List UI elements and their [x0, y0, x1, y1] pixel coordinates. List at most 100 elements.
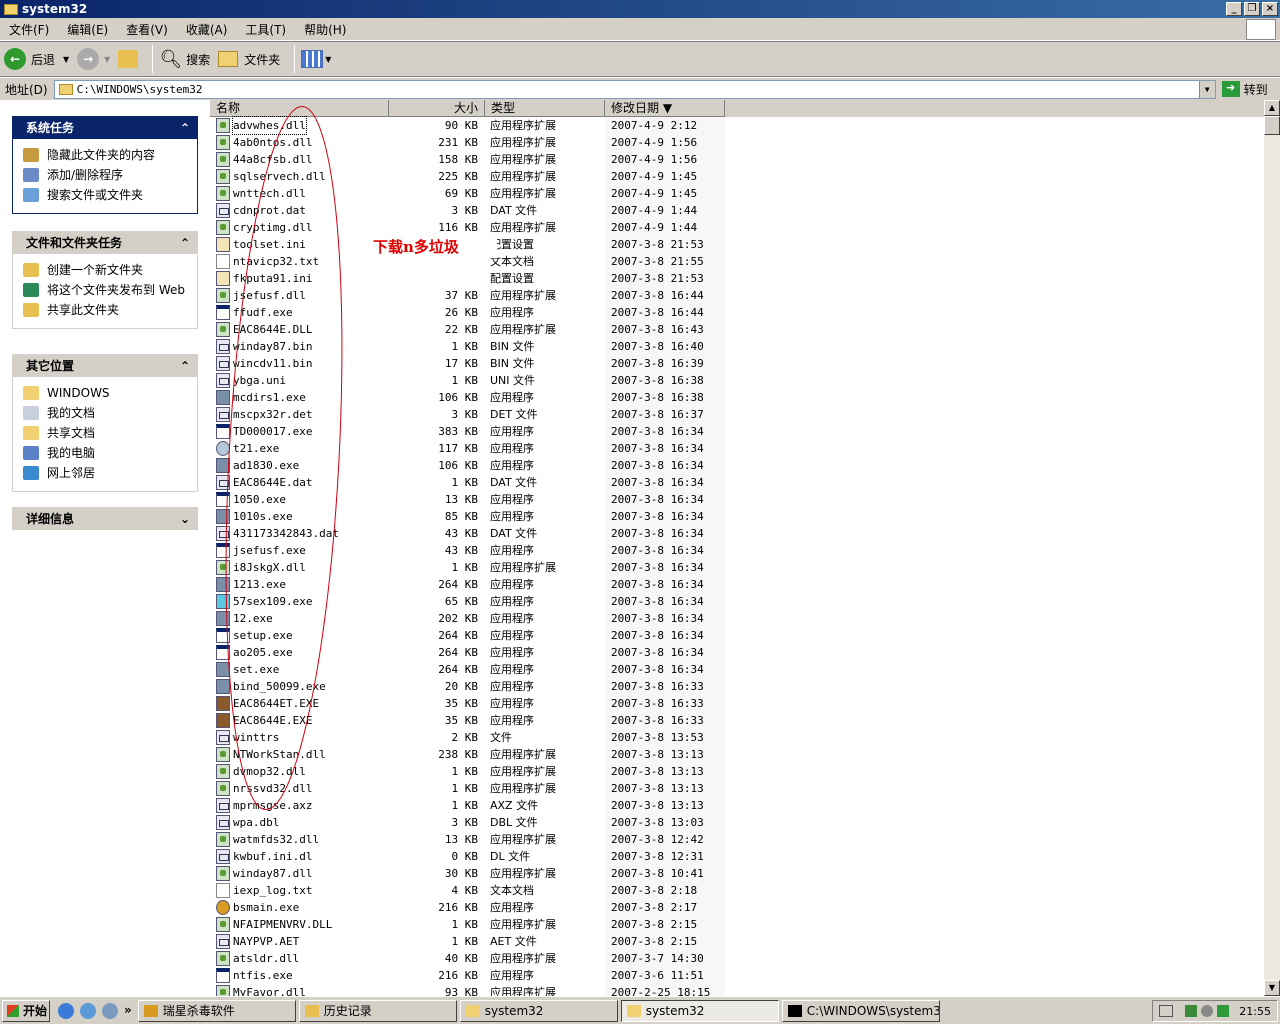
file-row[interactable]: jsefusf.exe 43 KB 应用程序 2007-3-8 16:34	[210, 542, 1264, 559]
file-row[interactable]: ao205.exe 264 KB 应用程序 2007-3-8 16:34	[210, 644, 1264, 661]
task-link[interactable]: 共享此文件夹	[23, 300, 191, 320]
collapse-chevron-icon[interactable]: ⌃	[180, 121, 190, 135]
file-row[interactable]: NTWorkStan.dll 238 KB 应用程序扩展 2007-3-8 13:13	[210, 746, 1264, 763]
task-link[interactable]: 我的电脑	[23, 443, 191, 463]
file-row[interactable]: ntavicp32.txt 文本文档 2007-3-8 21:55	[210, 253, 1264, 270]
task-link[interactable]: 共享文档	[23, 423, 191, 443]
file-row[interactable]: ybga.uni 1 KB UNI 文件 2007-3-8 16:38	[210, 372, 1264, 389]
panel-header[interactable]: 系统任务 ⌃	[12, 116, 198, 139]
forward-button[interactable]: → ▼	[77, 48, 110, 70]
column-date[interactable]: 修改日期 ▼	[605, 100, 725, 117]
collapse-chevron-icon[interactable]: ⌄	[180, 512, 190, 526]
file-row[interactable]: 44a8cfsb.dll 158 KB 应用程序扩展 2007-4-9 1:56	[210, 151, 1264, 168]
menu-tools[interactable]: 工具(T)	[236, 21, 295, 38]
task-link[interactable]: 搜索文件或文件夹	[23, 185, 191, 205]
file-row[interactable]: wnttech.dll 69 KB 应用程序扩展 2007-4-9 1:45	[210, 185, 1264, 202]
file-row[interactable]: i8JskgX.dll 1 KB 应用程序扩展 2007-3-8 16:34	[210, 559, 1264, 576]
menu-favorites[interactable]: 收藏(A)	[177, 21, 237, 38]
file-row[interactable]: ntfis.exe 216 KB 应用程序 2007-3-6 11:51	[210, 967, 1264, 984]
vertical-scrollbar[interactable]: ▲ ▼	[1264, 100, 1280, 996]
start-button[interactable]: 开始	[2, 999, 50, 1022]
file-row[interactable]: advwhes.dll 90 KB 应用程序扩展 2007-4-9 2:12	[210, 116, 1264, 135]
taskbar-button[interactable]: C:\WINDOWS\system32...	[781, 999, 940, 1022]
file-row[interactable]: cdnprot.dat 3 KB DAT 文件 2007-4-9 1:44	[210, 202, 1264, 219]
collapse-chevron-icon[interactable]: ⌃	[180, 236, 190, 250]
task-link[interactable]: 添加/删除程序	[23, 165, 191, 185]
ie-icon[interactable]	[58, 1002, 74, 1019]
file-row[interactable]: sqlservech.dll 225 KB 应用程序扩展 2007-4-9 1:45	[210, 168, 1264, 185]
file-row[interactable]: NFAIPMENVRV.DLL 1 KB 应用程序扩展 2007-3-8 2:15	[210, 916, 1264, 933]
file-row[interactable]: TD000017.exe 383 KB 应用程序 2007-3-8 16:34	[210, 423, 1264, 440]
file-row[interactable]: set.exe 264 KB 应用程序 2007-3-8 16:34	[210, 661, 1264, 678]
column-name[interactable]: 名称	[210, 100, 389, 117]
column-size[interactable]: 大小	[389, 100, 485, 117]
file-row[interactable]: dvmop32.dll 1 KB 应用程序扩展 2007-3-8 13:13	[210, 763, 1264, 780]
taskbar-button[interactable]: 瑞星杀毒软件	[137, 999, 296, 1022]
file-row[interactable]: 1010s.exe 85 KB 应用程序 2007-3-8 16:34	[210, 508, 1264, 525]
file-row[interactable]: toolset.ini 配置设置 2007-3-8 21:53	[210, 236, 1264, 253]
column-type[interactable]: 类型	[485, 100, 605, 117]
address-input[interactable]: C:\WINDOWS\system32 ▼	[53, 79, 1216, 99]
file-row[interactable]: EAC8644E.EXE 35 KB 应用程序 2007-3-8 16:33	[210, 712, 1264, 729]
file-row[interactable]: EAC8644E.dat 1 KB DAT 文件 2007-3-8 16:34	[210, 474, 1264, 491]
file-row[interactable]: winday87.dll 30 KB 应用程序扩展 2007-3-8 10:41	[210, 865, 1264, 882]
file-row[interactable]: nrssvd32.dll 1 KB 应用程序扩展 2007-3-8 13:13	[210, 780, 1264, 797]
collapse-chevron-icon[interactable]: ⌃	[180, 359, 190, 373]
task-link[interactable]: WINDOWS	[23, 383, 191, 403]
file-row[interactable]: bsmain.exe 216 KB 应用程序 2007-3-8 2:17	[210, 899, 1264, 916]
file-row[interactable]: mcdirs1.exe 106 KB 应用程序 2007-3-8 16:38	[210, 389, 1264, 406]
panel-header[interactable]: 其它位置 ⌃	[12, 354, 198, 377]
volume-icon[interactable]	[1201, 1005, 1214, 1017]
file-row[interactable]: 1050.exe 13 KB 应用程序 2007-3-8 16:34	[210, 491, 1264, 508]
file-row[interactable]: 12.exe 202 KB 应用程序 2007-3-8 16:34	[210, 610, 1264, 627]
task-link[interactable]: 我的文档	[23, 403, 191, 423]
file-row[interactable]: wincdv11.bin 17 KB BIN 文件 2007-3-8 16:39	[210, 355, 1264, 372]
file-row[interactable]: cryptimg.dll 116 KB 应用程序扩展 2007-4-9 1:44	[210, 219, 1264, 236]
task-link[interactable]: 隐藏此文件夹的内容	[23, 145, 191, 165]
views-button[interactable]: ▼	[301, 50, 331, 68]
file-row[interactable]: MyFavor.dll 93 KB 应用程序扩展 2007-2-25 18:15	[210, 984, 1264, 996]
file-row[interactable]: NAYPVP.AET 1 KB AET 文件 2007-3-8 2:15	[210, 933, 1264, 950]
file-row[interactable]: 1213.exe 264 KB 应用程序 2007-3-8 16:34	[210, 576, 1264, 593]
file-row[interactable]: winttrs 2 KB 文件 2007-3-8 13:53	[210, 729, 1264, 746]
keyboard-icon[interactable]	[1159, 1005, 1174, 1017]
file-row[interactable]: ad1830.exe 106 KB 应用程序 2007-3-8 16:34	[210, 457, 1264, 474]
network-icon[interactable]	[1185, 1005, 1198, 1017]
folders-button[interactable]: 文件夹	[218, 51, 280, 68]
close-button[interactable]: ×	[1262, 2, 1278, 16]
panel-header[interactable]: 详细信息 ⌄	[12, 507, 198, 530]
minimize-button[interactable]: _	[1226, 2, 1242, 16]
file-row[interactable]: ffudf.exe 26 KB 应用程序 2007-3-8 16:44	[210, 304, 1264, 321]
search-button[interactable]: 🔍︎ 搜索	[159, 49, 210, 70]
address-dropdown-button[interactable]: ▼	[1198, 80, 1215, 98]
file-row[interactable]: kwbuf.ini.dl 0 KB DL 文件 2007-3-8 12:31	[210, 848, 1264, 865]
menu-view[interactable]: 查看(V)	[117, 21, 177, 38]
maximize-button[interactable]: ❐	[1244, 2, 1260, 16]
taskbar-button[interactable]: 历史记录	[298, 999, 457, 1022]
rising-antivirus-icon[interactable]	[1217, 1005, 1230, 1017]
menu-help[interactable]: 帮助(H)	[295, 21, 355, 38]
file-row[interactable]: EAC8644ET.EXE 35 KB 应用程序 2007-3-8 16:33	[210, 695, 1264, 712]
file-row[interactable]: mprmsgse.axz 1 KB AXZ 文件 2007-3-8 13:13	[210, 797, 1264, 814]
menu-file[interactable]: 文件(F)	[0, 21, 58, 38]
task-link[interactable]: 创建一个新文件夹	[23, 260, 191, 280]
app-icon[interactable]	[102, 1002, 118, 1019]
panel-header[interactable]: 文件和文件夹任务 ⌃	[12, 231, 198, 254]
file-row[interactable]: wpa.dbl 3 KB DBL 文件 2007-3-8 13:03	[210, 814, 1264, 831]
taskbar-button[interactable]: system32	[459, 999, 618, 1022]
up-folder-button[interactable]	[118, 50, 139, 68]
file-row[interactable]: EAC8644E.DLL 22 KB 应用程序扩展 2007-3-8 16:43	[210, 321, 1264, 338]
scroll-up-button[interactable]: ▲	[1264, 100, 1280, 116]
task-link[interactable]: 网上邻居	[23, 463, 191, 483]
file-row[interactable]: winday87.bin 1 KB BIN 文件 2007-3-8 16:40	[210, 338, 1264, 355]
file-row[interactable]: atsldr.dll 40 KB 应用程序扩展 2007-3-7 14:30	[210, 950, 1264, 967]
taskbar-button[interactable]: system32	[620, 999, 779, 1022]
scroll-thumb[interactable]	[1264, 116, 1280, 135]
outlook-icon[interactable]	[80, 1002, 96, 1019]
file-row[interactable]: mscpx32r.det 3 KB DET 文件 2007-3-8 16:37	[210, 406, 1264, 423]
quick-launch-more[interactable]: »	[124, 1003, 132, 1019]
task-link[interactable]: 将这个文件夹发布到 Web	[23, 280, 191, 300]
file-row[interactable]: 57sex109.exe 65 KB 应用程序 2007-3-8 16:34	[210, 593, 1264, 610]
scroll-down-button[interactable]: ▼	[1264, 980, 1280, 996]
file-row[interactable]: 4ab0ntos.dll 231 KB 应用程序扩展 2007-4-9 1:56	[210, 134, 1264, 151]
